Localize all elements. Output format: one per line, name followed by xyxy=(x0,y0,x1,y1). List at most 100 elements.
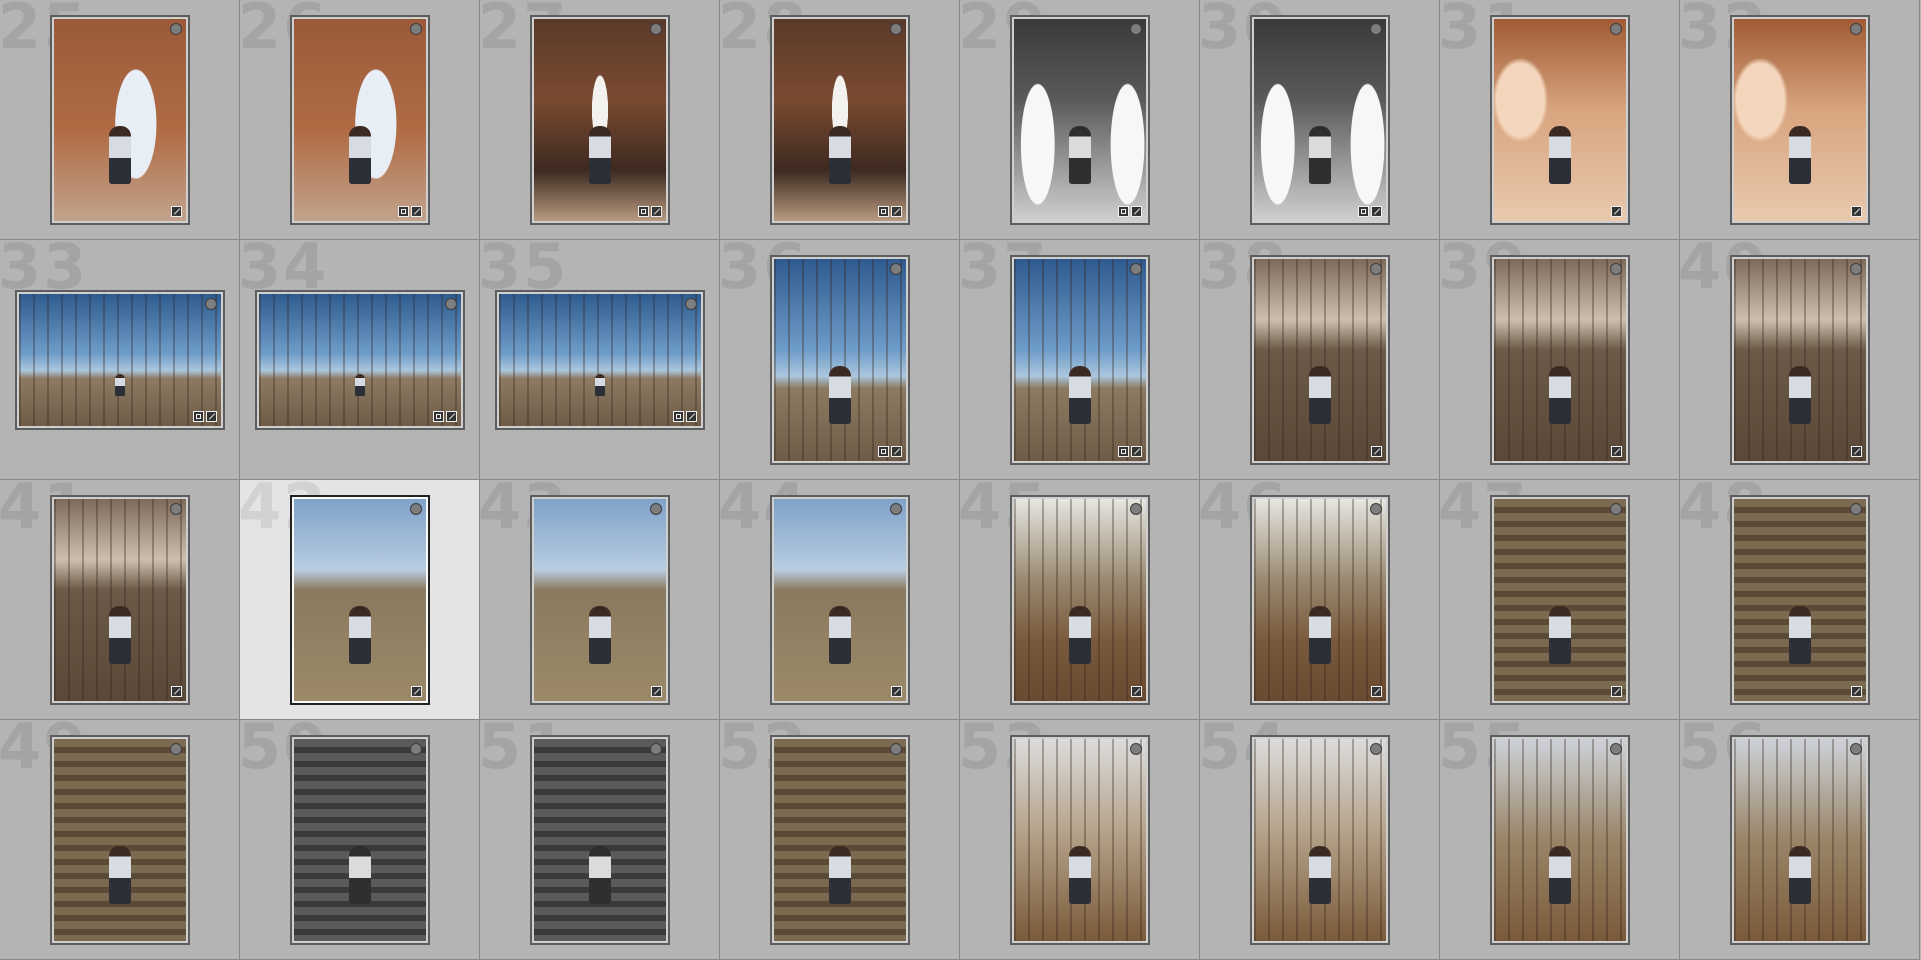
develop-adjustment-icon[interactable] xyxy=(445,410,457,422)
grid-cell[interactable]: 55 xyxy=(1440,720,1680,960)
photo-thumbnail[interactable] xyxy=(1489,734,1630,945)
flag-circle-icon[interactable] xyxy=(169,22,182,35)
photo-thumbnail[interactable] xyxy=(1249,254,1390,465)
crop-icon[interactable] xyxy=(192,410,204,422)
flag-circle-icon[interactable] xyxy=(1609,22,1622,35)
develop-adjustment-icon[interactable] xyxy=(170,205,182,217)
develop-adjustment-icon[interactable] xyxy=(1130,445,1142,457)
flag-circle-icon[interactable] xyxy=(444,297,457,310)
flag-circle-icon[interactable] xyxy=(1369,742,1382,755)
photo-thumbnail[interactable] xyxy=(769,494,910,705)
photo-thumbnail[interactable] xyxy=(1009,254,1150,465)
develop-adjustment-icon[interactable] xyxy=(890,445,902,457)
photo-thumbnail[interactable] xyxy=(1729,734,1870,945)
grid-cell[interactable]: 46 xyxy=(1200,480,1440,720)
photo-thumbnail[interactable] xyxy=(1489,14,1630,225)
flag-circle-icon[interactable] xyxy=(1129,742,1142,755)
develop-adjustment-icon[interactable] xyxy=(1130,205,1142,217)
grid-cell[interactable]: 32 xyxy=(1680,0,1920,240)
flag-circle-icon[interactable] xyxy=(889,22,902,35)
develop-adjustment-icon[interactable] xyxy=(1850,445,1862,457)
grid-cell[interactable]: 47 xyxy=(1440,480,1680,720)
grid-cell[interactable]: 52 xyxy=(720,720,960,960)
grid-cell[interactable]: 35 xyxy=(480,240,720,480)
grid-cell[interactable]: 42 xyxy=(240,480,480,720)
grid-cell[interactable]: 51 xyxy=(480,720,720,960)
develop-adjustment-icon[interactable] xyxy=(1370,445,1382,457)
grid-cell[interactable]: 34 xyxy=(240,240,480,480)
photo-thumbnail[interactable] xyxy=(1249,734,1390,945)
develop-adjustment-icon[interactable] xyxy=(650,685,662,697)
grid-cell[interactable]: 43 xyxy=(480,480,720,720)
develop-adjustment-icon[interactable] xyxy=(1850,205,1862,217)
photo-thumbnail[interactable] xyxy=(529,14,670,225)
develop-adjustment-icon[interactable] xyxy=(685,410,697,422)
photo-thumbnail[interactable] xyxy=(1489,254,1630,465)
develop-adjustment-icon[interactable] xyxy=(1610,205,1622,217)
photo-thumbnail[interactable] xyxy=(529,734,670,945)
grid-cell[interactable]: 25 xyxy=(0,0,240,240)
grid-cell[interactable]: 53 xyxy=(960,720,1200,960)
develop-adjustment-icon[interactable] xyxy=(890,685,902,697)
crop-icon[interactable] xyxy=(1117,445,1129,457)
flag-circle-icon[interactable] xyxy=(889,262,902,275)
flag-circle-icon[interactable] xyxy=(649,502,662,515)
crop-icon[interactable] xyxy=(877,445,889,457)
flag-circle-icon[interactable] xyxy=(169,502,182,515)
photo-thumbnail[interactable] xyxy=(289,14,430,225)
grid-cell[interactable]: 49 xyxy=(0,720,240,960)
flag-circle-icon[interactable] xyxy=(1129,262,1142,275)
flag-circle-icon[interactable] xyxy=(889,502,902,515)
flag-circle-icon[interactable] xyxy=(1369,502,1382,515)
grid-cell[interactable]: 29 xyxy=(960,0,1200,240)
crop-icon[interactable] xyxy=(637,205,649,217)
photo-thumbnail[interactable] xyxy=(769,14,910,225)
flag-circle-icon[interactable] xyxy=(1129,502,1142,515)
grid-cell[interactable]: 40 xyxy=(1680,240,1920,480)
flag-circle-icon[interactable] xyxy=(204,297,217,310)
crop-icon[interactable] xyxy=(1357,205,1369,217)
flag-circle-icon[interactable] xyxy=(1849,22,1862,35)
grid-cell[interactable]: 27 xyxy=(480,0,720,240)
flag-circle-icon[interactable] xyxy=(684,297,697,310)
grid-cell[interactable]: 50 xyxy=(240,720,480,960)
grid-cell[interactable]: 44 xyxy=(720,480,960,720)
flag-circle-icon[interactable] xyxy=(649,22,662,35)
grid-cell[interactable]: 41 xyxy=(0,480,240,720)
crop-icon[interactable] xyxy=(877,205,889,217)
flag-circle-icon[interactable] xyxy=(1129,22,1142,35)
develop-adjustment-icon[interactable] xyxy=(205,410,217,422)
flag-circle-icon[interactable] xyxy=(649,742,662,755)
flag-circle-icon[interactable] xyxy=(1609,742,1622,755)
photo-thumbnail[interactable] xyxy=(1729,494,1870,705)
photo-thumbnail[interactable] xyxy=(1009,14,1150,225)
develop-adjustment-icon[interactable] xyxy=(170,685,182,697)
flag-circle-icon[interactable] xyxy=(1369,262,1382,275)
flag-circle-icon[interactable] xyxy=(409,742,422,755)
flag-circle-icon[interactable] xyxy=(169,742,182,755)
photo-thumbnail[interactable] xyxy=(769,734,910,945)
photo-thumbnail[interactable] xyxy=(769,254,910,465)
grid-cell[interactable]: 54 xyxy=(1200,720,1440,960)
photo-thumbnail[interactable] xyxy=(1729,254,1870,465)
grid-cell[interactable]: 36 xyxy=(720,240,960,480)
flag-circle-icon[interactable] xyxy=(1849,502,1862,515)
flag-circle-icon[interactable] xyxy=(409,22,422,35)
crop-icon[interactable] xyxy=(1117,205,1129,217)
flag-circle-icon[interactable] xyxy=(1849,742,1862,755)
develop-adjustment-icon[interactable] xyxy=(1610,685,1622,697)
develop-adjustment-icon[interactable] xyxy=(1130,685,1142,697)
photo-thumbnail[interactable] xyxy=(1009,734,1150,945)
grid-cell[interactable]: 38 xyxy=(1200,240,1440,480)
develop-adjustment-icon[interactable] xyxy=(410,685,422,697)
crop-icon[interactable] xyxy=(672,410,684,422)
grid-cell[interactable]: 31 xyxy=(1440,0,1680,240)
develop-adjustment-icon[interactable] xyxy=(1370,685,1382,697)
crop-icon[interactable] xyxy=(432,410,444,422)
photo-thumbnail[interactable] xyxy=(1489,494,1630,705)
photo-thumbnail[interactable] xyxy=(289,494,430,705)
grid-cell[interactable]: 37 xyxy=(960,240,1200,480)
grid-cell[interactable]: 30 xyxy=(1200,0,1440,240)
develop-adjustment-icon[interactable] xyxy=(1610,445,1622,457)
develop-adjustment-icon[interactable] xyxy=(890,205,902,217)
